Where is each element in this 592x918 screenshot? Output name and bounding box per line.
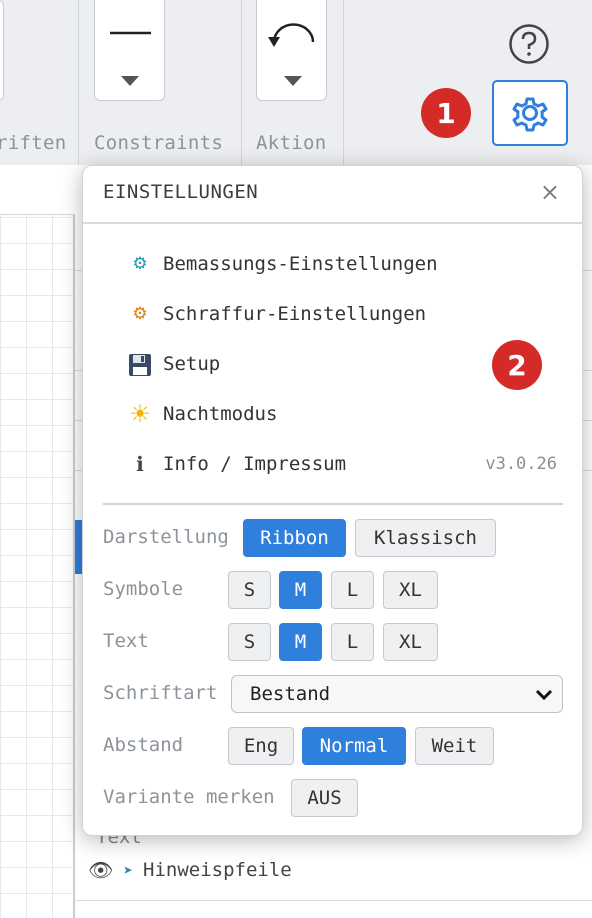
schriftart-label: Schriftart [103, 682, 218, 704]
ribbon-partial-button[interactable] [0, 0, 4, 101]
hatch-gear-icon: ⚙ [132, 304, 148, 324]
eye-icon[interactable]: 👁 [88, 858, 113, 882]
abstand-label: Abstand [103, 734, 184, 756]
text-option-l[interactable]: L [331, 623, 374, 661]
ribbon-separator [343, 0, 344, 165]
info-icon: ℹ [136, 452, 144, 476]
abstand-option-eng[interactable]: Eng [228, 727, 294, 765]
layer-label: Hinweispfeile [143, 859, 292, 881]
drawing-canvas[interactable] [0, 165, 75, 918]
schriftart-value: Bestand [250, 683, 331, 705]
horizontal-line-icon [110, 31, 151, 86]
chevron-down-icon [284, 76, 302, 86]
darstellung-option-ribbon[interactable]: Ribbon [243, 519, 346, 557]
symbole-option-s[interactable]: S [228, 571, 271, 609]
abstand-option-weit[interactable]: Weit [415, 727, 494, 765]
expand-arrow-icon[interactable]: ➤ [123, 861, 133, 880]
layer-row-hinweispfeile[interactable]: 👁 ➤ Hinweispfeile [88, 855, 292, 885]
undo-button[interactable] [256, 0, 327, 101]
help-icon[interactable] [508, 23, 550, 65]
settings-button[interactable] [492, 80, 568, 146]
ribbon-toolbar: riften Constraints Aktion 1 [0, 0, 592, 165]
schriftart-select[interactable]: Bestand [231, 675, 563, 713]
popup-title: EINSTELLUNGEN [103, 181, 259, 203]
abstand-option-normal[interactable]: Normal [302, 727, 406, 765]
menu-item-label: Schraffur-Einstellungen [163, 303, 427, 325]
ribbon-group-label-schriften: riften [0, 132, 67, 154]
version-label: v3.0.26 [485, 454, 557, 474]
popup-header: EINSTELLUNGEN × [83, 166, 582, 224]
menu-item-info[interactable]: ℹ Info / Impressum v3.0.26 [117, 444, 557, 484]
panel-divider [75, 900, 592, 901]
symbole-option-xl[interactable]: XL [383, 571, 438, 609]
menu-item-label: Nachtmodus [163, 403, 278, 425]
menu-item-label: Info / Impressum [163, 453, 347, 475]
symbole-label: Symbole [103, 578, 184, 600]
canvas-header [0, 165, 75, 215]
callout-badge-1: 1 [421, 88, 471, 138]
ribbon-group-label-constraints: Constraints [94, 132, 224, 154]
menu-item-bemassung[interactable]: ⚙ Bemassungs-Einstellungen [117, 244, 557, 284]
menu-item-nachtmodus[interactable]: ☀ Nachtmodus [117, 394, 557, 434]
menu-item-setup[interactable]: Setup [117, 344, 557, 384]
text-option-s[interactable]: S [228, 623, 271, 661]
symbole-option-l[interactable]: L [331, 571, 374, 609]
close-icon[interactable]: × [540, 178, 560, 206]
darstellung-option-klassisch[interactable]: Klassisch [355, 519, 496, 557]
variante-merken-label: Variante merken [103, 786, 275, 808]
floppy-disk-icon [117, 351, 163, 377]
menu-item-label: Bemassungs-Einstellungen [163, 253, 438, 275]
text-option-xl[interactable]: XL [383, 623, 438, 661]
symbole-option-m[interactable]: M [279, 571, 322, 609]
ribbon-separator [78, 0, 79, 165]
menu-item-label: Setup [163, 353, 221, 375]
text-option-m[interactable]: M [279, 623, 322, 661]
callout-badge-2: 2 [492, 340, 542, 390]
menu-item-schraffur[interactable]: ⚙ Schraffur-Einstellungen [117, 294, 557, 334]
ribbon-group-label-aktion: Aktion [256, 132, 327, 154]
gear-icon [512, 97, 548, 132]
chevron-down-icon [535, 689, 553, 701]
ribbon-separator [241, 0, 242, 165]
undo-icon [268, 23, 315, 86]
sun-icon: ☀ [129, 400, 151, 428]
popup-divider [103, 503, 563, 505]
constraint-line-button[interactable] [94, 0, 165, 101]
darstellung-label: Darstellung [103, 526, 229, 548]
dimension-gear-icon: ⚙ [132, 254, 148, 274]
variante-merken-toggle[interactable]: AUS [291, 779, 358, 817]
chevron-down-icon [121, 76, 139, 86]
text-size-label: Text [103, 630, 149, 652]
settings-popup: EINSTELLUNGEN × ⚙ Bemassungs-Einstellung… [82, 165, 583, 836]
